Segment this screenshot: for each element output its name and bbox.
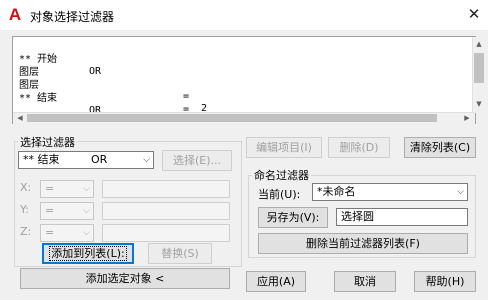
z-operator-combo[interactable]: = ⌵	[40, 224, 94, 242]
list-item[interactable]: 图层 = 1	[19, 68, 207, 127]
list-item-relation: =	[183, 91, 190, 102]
replace-button[interactable]: 替换(S)	[148, 243, 212, 264]
x-label: X:	[20, 181, 32, 194]
filter-type-combo[interactable]: ** 结束 OR ⌵	[18, 151, 154, 169]
scroll-left-icon[interactable]: ◀	[14, 113, 26, 123]
x-operator-combo[interactable]: = ⌵	[40, 180, 94, 198]
window-title: 对象选择过滤器	[30, 10, 115, 24]
z-value-field[interactable]	[102, 224, 230, 242]
named-filters-label: 命名过滤器	[252, 167, 311, 183]
help-button[interactable]: 帮助(H)	[414, 271, 476, 292]
delete-current-filter-list-button[interactable]: 删除当前过滤器列表(F)	[258, 233, 468, 254]
z-operator-value: =	[45, 226, 55, 239]
x-operator-value: =	[45, 182, 55, 195]
save-as-button[interactable]: 另存为(V):	[258, 207, 328, 228]
list-item-operator: OR	[89, 66, 102, 77]
scroll-right-icon[interactable]: ▶	[461, 113, 473, 123]
chevron-down-icon: ⌵	[83, 184, 90, 194]
list-item[interactable]: 图层 = 2	[19, 55, 207, 114]
current-filter-value: *未命名	[317, 185, 356, 198]
horizontal-scroll-thumb[interactable]	[27, 114, 437, 122]
list-item-type: ** 结束	[19, 93, 58, 104]
list-item[interactable]: ** 开始 OR	[19, 42, 101, 77]
current-label: 当前(U):	[258, 188, 301, 201]
vertical-scroll-thumb[interactable]	[474, 53, 484, 83]
y-label: Y:	[20, 203, 29, 216]
list-item[interactable]: ** 结束 OR	[19, 81, 101, 116]
edit-item-button[interactable]: 编辑项目(I)	[246, 137, 322, 158]
add-selected-object-button[interactable]: 添加选定对象 <	[20, 268, 230, 289]
filter-list[interactable]: ** 开始 OR 图层 = 2 图层 = 1 ** 结束 OR ▲ ▼ ◀ ▶	[12, 36, 486, 127]
y-operator-combo[interactable]: = ⌵	[40, 202, 94, 220]
x-value-field[interactable]	[102, 180, 230, 198]
chevron-down-icon: ⌵	[457, 187, 464, 197]
select-filter-label: 选择过滤器	[18, 134, 77, 150]
chevron-down-icon: ⌵	[143, 155, 150, 165]
chevron-down-icon: ⌵	[83, 206, 90, 216]
filter-type-value: ** 结束	[23, 153, 60, 166]
z-label: Z:	[20, 225, 32, 238]
current-filter-combo[interactable]: *未命名 ⌵	[312, 183, 468, 201]
y-operator-value: =	[45, 204, 55, 217]
filter-type-operator: OR	[91, 153, 108, 166]
add-to-list-button[interactable]: 添加到列表(L):	[42, 243, 134, 264]
delete-button[interactable]: 删除(D)	[328, 137, 390, 158]
select-button[interactable]: 选择(E)...	[162, 150, 232, 171]
y-value-field[interactable]	[102, 202, 230, 220]
add-to-list-label: 添加到列表(L):	[49, 246, 127, 261]
scroll-up-icon[interactable]: ▲	[473, 39, 485, 49]
clear-list-button[interactable]: 清除列表(C)	[404, 137, 476, 158]
autocad-logo-icon: A	[8, 5, 22, 24]
cancel-button[interactable]: 取消	[334, 271, 396, 292]
apply-button[interactable]: 应用(A)	[246, 271, 306, 292]
close-icon[interactable]: ✕	[464, 4, 484, 24]
chevron-down-icon: ⌵	[83, 228, 90, 238]
scroll-down-icon[interactable]: ▼	[473, 99, 485, 109]
save-as-name-field[interactable]: 选择圆	[336, 208, 468, 226]
